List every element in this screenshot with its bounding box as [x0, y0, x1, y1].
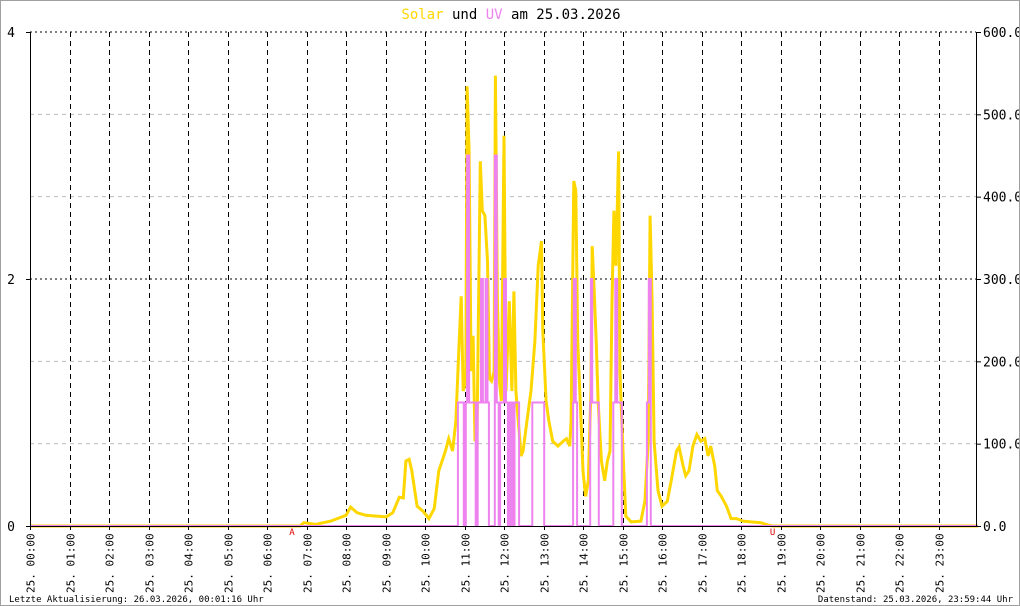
left-tick-label: 0 [7, 520, 15, 535]
x-tick-label: 25. 23:00 [934, 533, 947, 593]
left-tick-label: 2 [7, 273, 15, 288]
x-tick-label: 25. 17:00 [697, 533, 710, 593]
chart-image: 25. 00:00 25. 01:00 25. 02:00 25. 03:00 25. … [0, 0, 1020, 606]
x-tick-label: 25. 19:00 [776, 533, 789, 593]
x-tick-label: 25. 22:00 [894, 533, 907, 593]
left-tick-label: 4 [7, 26, 15, 41]
title-uv: UV [486, 7, 503, 23]
right-tick-label: 200.0 [983, 355, 1020, 370]
sunrise-marker: A [289, 528, 295, 538]
x-tick-label: 25. 10:00 [420, 533, 433, 593]
x-tick-label: 25. 15:00 [618, 533, 631, 593]
right-tick-label: 600.0 [983, 26, 1020, 41]
solar-uv-chart: 25. 00:00 25. 01:00 25. 02:00 25. 03:00 25. … [7, 7, 1020, 605]
right-tick-label: 300.0 [983, 273, 1020, 288]
x-tick-label: 25. 06:00 [262, 533, 275, 593]
x-tick-label: 25. 07:00 [302, 533, 315, 593]
x-tick-label: 25. 00:00 [25, 533, 38, 593]
x-tick-label: 25. 09:00 [381, 533, 394, 593]
title-date: am 25.03.2026 [511, 7, 621, 23]
x-tick-label: 25. 02:00 [104, 533, 117, 593]
right-tick-label: 100.0 [983, 438, 1020, 453]
chart-title: Solar und UV am 25.03.2026 [401, 7, 620, 23]
x-tick-label: 25. 03:00 [144, 533, 157, 593]
x-tick-label: 25. 12:00 [499, 533, 512, 593]
title-solar: Solar [401, 7, 443, 23]
x-tick-label: 25. 21:00 [855, 533, 868, 593]
x-tick-label: 25. 14:00 [578, 533, 591, 593]
x-tick-label: 25. 08:00 [341, 533, 354, 593]
x-tick-label: 25. 04:00 [183, 533, 196, 593]
x-tick-label: 25. 13:00 [539, 533, 552, 593]
right-tick-label: 400.0 [983, 191, 1020, 206]
last-update: Letzte Aktualisierung: 26.03.2026, 00:01… [9, 595, 264, 605]
data-state: Datenstand: 25.03.2026, 23:59:44 Uhr [818, 595, 1014, 605]
x-tick-label: 25. 18:00 [736, 533, 749, 593]
x-tick-label: 25. 20:00 [815, 533, 828, 593]
x-tick-label: 25. 01:00 [65, 533, 78, 593]
sunset-marker: U [770, 528, 775, 538]
right-tick-label: 0.0 [983, 520, 1006, 535]
x-tick-label: 25. 05:00 [223, 533, 236, 593]
x-tick-label: 25. 11:00 [460, 533, 473, 593]
title-und: und [452, 7, 477, 23]
x-tick-label: 25. 16:00 [657, 533, 670, 593]
right-tick-label: 500.0 [983, 108, 1020, 123]
